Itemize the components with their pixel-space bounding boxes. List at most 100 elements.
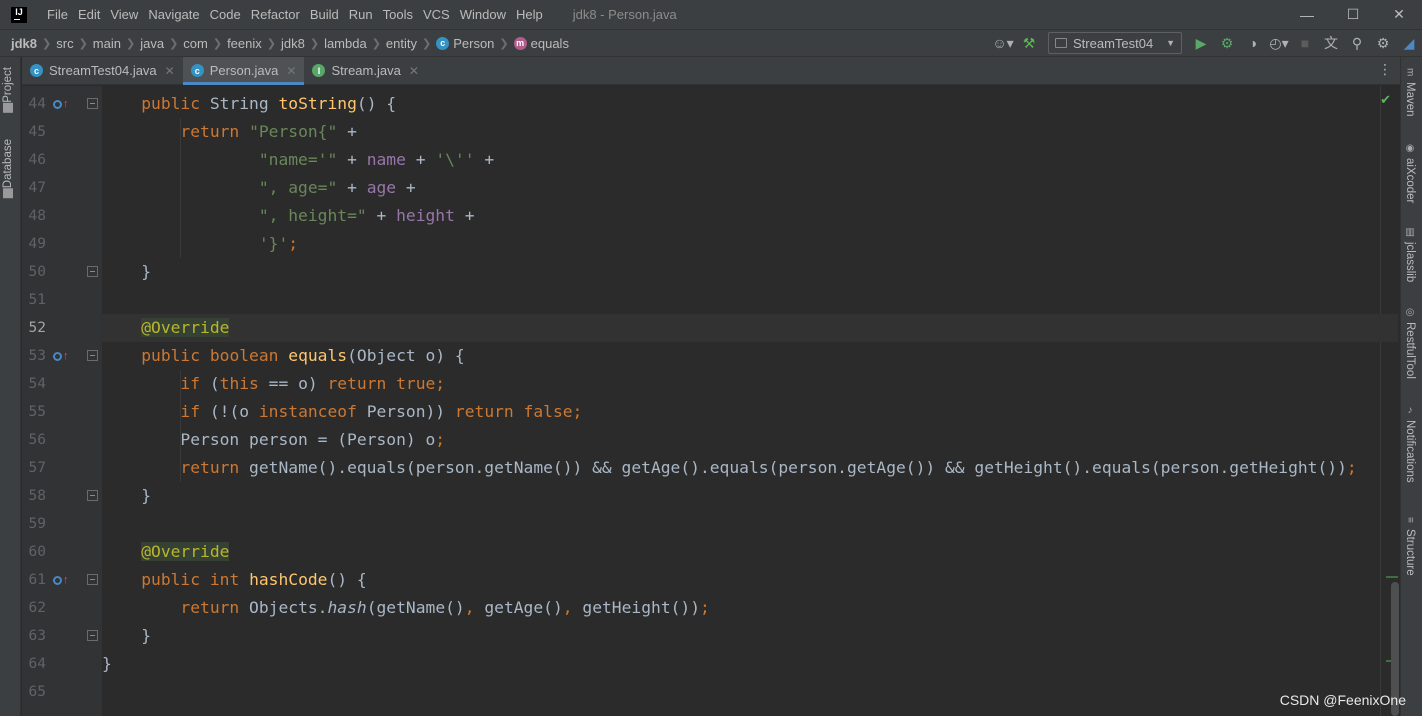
class-icon: c <box>436 36 450 50</box>
breadcrumb: jdk8 ❯ src ❯ main ❯ java ❯ com ❯ feenix ❯ jdk8… <box>0 36 572 51</box>
minimize-icon[interactable]: ― <box>1284 0 1330 29</box>
menu-view[interactable]: View <box>106 7 144 22</box>
translate-icon[interactable]: 文 <box>1318 32 1344 54</box>
menu-code[interactable]: Code <box>206 7 247 22</box>
menu-tools[interactable]: Tools <box>379 7 419 22</box>
line-number: 47 <box>28 180 46 196</box>
more-vertical-icon[interactable]: ⋮ <box>1378 61 1392 78</box>
editor-scrollbar[interactable] <box>1390 86 1400 716</box>
run-configuration-select[interactable]: StreamTest04 ▼ <box>1048 32 1182 54</box>
breadcrumb-item[interactable]: com <box>180 36 211 51</box>
tool-window-database[interactable]: Database <box>2 139 14 202</box>
stop-icon[interactable]: ■ <box>1292 32 1318 54</box>
jclasslib-icon: ▥ <box>1404 227 1416 238</box>
fold-icon[interactable] <box>87 490 98 501</box>
tool-window-aixcoder[interactable]: ◉ aiXcoder <box>1404 143 1416 203</box>
tab-person[interactable]: c Person.java ✕ <box>182 57 305 85</box>
breadcrumb-item[interactable]: entity <box>383 36 420 51</box>
override-method-icon[interactable]: ↑ <box>53 349 69 363</box>
breadcrumb-method[interactable]: m equals <box>511 36 572 51</box>
code-line: } <box>102 654 112 673</box>
database-icon <box>3 188 13 199</box>
editor-gutter: 44 45 46 47 48 49 50 51 52 53 54 55 56 5… <box>22 86 102 716</box>
close-tab-icon[interactable]: ✕ <box>409 64 419 78</box>
chevron-right-icon: ❯ <box>212 37 223 50</box>
line-number: 55 <box>28 404 46 420</box>
tool-window-notifications[interactable]: ♪ Notifications <box>1404 405 1416 483</box>
tool-window-maven[interactable]: m Maven <box>1404 67 1416 116</box>
tab-streamtest04[interactable]: c StreamTest04.java ✕ <box>22 57 183 84</box>
chevron-right-icon: ❯ <box>499 37 509 50</box>
code-line: if (this == o) return true; <box>180 374 446 393</box>
breadcrumb-class[interactable]: c Person <box>433 36 497 51</box>
close-tab-icon[interactable]: ✕ <box>286 64 296 78</box>
intellij-logo-icon: IJ <box>11 6 27 23</box>
tool-label: RestfulTool <box>1404 322 1416 379</box>
bell-icon: ♪ <box>1404 405 1416 416</box>
breadcrumb-item[interactable]: java <box>137 36 167 51</box>
menu-build[interactable]: Build <box>306 7 345 22</box>
line-number: 61 <box>28 572 46 588</box>
breadcrumb-item[interactable]: jdk8 <box>278 36 308 51</box>
breadcrumb-method-label: equals <box>530 35 569 51</box>
override-method-icon[interactable]: ↑ <box>53 97 69 111</box>
tool-window-restfultool[interactable]: ◎ RestfulTool <box>1404 307 1416 379</box>
line-number: 62 <box>28 600 46 616</box>
menu-navigate[interactable]: Navigate <box>144 7 205 22</box>
tool-window-project[interactable]: Project <box>2 67 14 117</box>
line-number: 50 <box>28 264 46 280</box>
code-line: return Objects.hash(getName(), getAge(),… <box>180 598 710 617</box>
menu-run[interactable]: Run <box>345 7 379 22</box>
menu-file[interactable]: File <box>43 7 74 22</box>
class-icon: c <box>190 64 204 77</box>
class-icon: c <box>30 64 43 77</box>
menu-edit[interactable]: Edit <box>74 7 106 22</box>
breadcrumb-item[interactable]: lambda <box>321 36 370 51</box>
code-line-current: @Override <box>102 314 1398 342</box>
menu-help[interactable]: Help <box>512 7 549 22</box>
fold-icon[interactable] <box>87 266 98 277</box>
toolbar: ☺▾ ⚒ StreamTest04 ▼ ▶ ⚙ ◑ ◴▾ ■ 文 ⚲ ⚙ ◢ <box>990 30 1422 56</box>
chevron-down-icon: ▼ <box>1166 38 1175 48</box>
toolbox-icon[interactable]: ◢ <box>1396 32 1422 54</box>
run-config-label: StreamTest04 <box>1073 35 1154 51</box>
build-hammer-icon[interactable]: ⚒ <box>1016 32 1042 54</box>
fold-icon[interactable] <box>87 630 98 641</box>
close-icon[interactable]: ✕ <box>1376 0 1422 29</box>
fold-icon[interactable] <box>87 98 98 109</box>
breadcrumb-item[interactable]: main <box>90 36 124 51</box>
fold-icon[interactable] <box>87 574 98 585</box>
right-tool-strip: m Maven ◉ aiXcoder ▥ jclasslib ◎ RestfulTool… <box>1400 57 1422 716</box>
coverage-icon[interactable]: ◑ <box>1240 32 1266 54</box>
breadcrumb-item[interactable]: src <box>53 36 76 51</box>
tab-stream[interactable]: I Stream.java ✕ <box>304 57 426 84</box>
left-tool-strip: Project Database <box>0 57 21 716</box>
window-title: jdk8 - Person.java <box>572 7 677 22</box>
tool-label: Database <box>2 139 14 189</box>
breadcrumb-item[interactable]: jdk8 <box>8 36 40 51</box>
run-icon[interactable]: ▶ <box>1188 32 1214 54</box>
menu-vcs[interactable]: VCS <box>419 7 456 22</box>
maximize-icon[interactable]: ☐ <box>1330 0 1376 29</box>
profile-icon[interactable]: ◴▾ <box>1266 32 1292 54</box>
debug-icon[interactable]: ⚙ <box>1214 32 1240 54</box>
code-line: if (!(o instanceof Person)) return false… <box>180 402 583 421</box>
override-method-icon[interactable]: ↑ <box>53 573 69 587</box>
tool-window-structure[interactable]: ≡ Structure <box>1404 514 1416 576</box>
settings-gear-icon[interactable]: ⚙ <box>1370 32 1396 54</box>
user-icon[interactable]: ☺▾ <box>990 32 1016 54</box>
tool-window-jclasslib[interactable]: ▥ jclasslib <box>1404 227 1416 282</box>
menu-refactor[interactable]: Refactor <box>247 7 306 22</box>
fold-icon[interactable] <box>87 350 98 361</box>
code-editor[interactable]: 44 45 46 47 48 49 50 51 52 53 54 55 56 5… <box>22 86 1398 716</box>
code-line: } <box>102 486 152 505</box>
line-number: 56 <box>28 432 46 448</box>
code-area[interactable]: public String toString() { return "Perso… <box>102 86 1398 716</box>
search-icon[interactable]: ⚲ <box>1344 32 1370 54</box>
folder-icon <box>3 102 13 113</box>
close-tab-icon[interactable]: ✕ <box>165 64 175 78</box>
restfultool-icon: ◎ <box>1404 307 1416 318</box>
menu-window[interactable]: Window <box>456 7 512 22</box>
breadcrumb-item[interactable]: feenix <box>224 36 265 51</box>
aixcoder-icon: ◉ <box>1404 143 1416 154</box>
